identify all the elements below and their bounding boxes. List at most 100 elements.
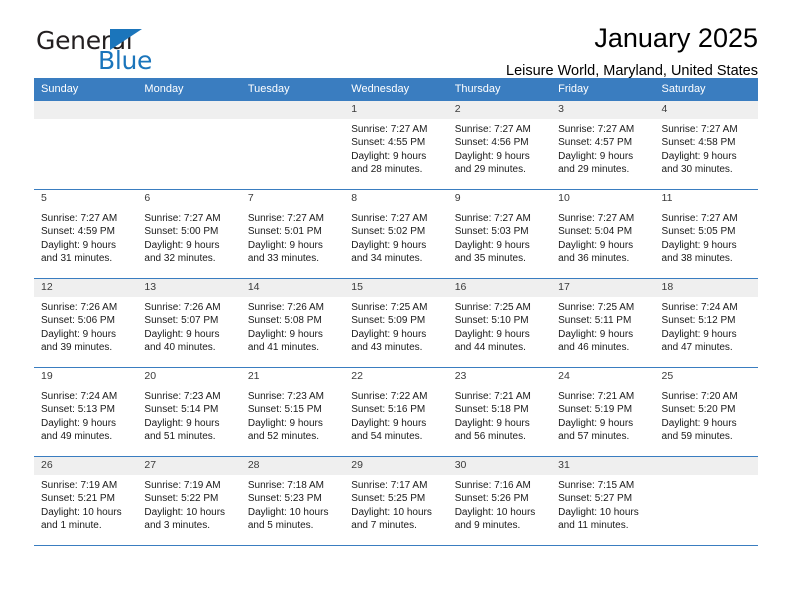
daylight-text-line1: Daylight: 9 hours <box>558 328 634 340</box>
calendar-week-row: 26 Sunrise: 7:19 AM Sunset: 5:21 PM Dayligh… <box>34 456 758 545</box>
calendar-day-cell[interactable]: 9 Sunrise: 7:27 AM Sunset: 5:03 PM Daylight… <box>447 189 552 278</box>
calendar-day-cell[interactable]: 20 Sunrise: 7:23 AM Sunset: 5:14 PM Dayligh… <box>137 367 241 456</box>
calendar-day-cell[interactable] <box>654 456 758 545</box>
calendar-day-cell[interactable] <box>137 100 241 189</box>
calendar-day-cell[interactable]: 19 Sunrise: 7:24 AM Sunset: 5:13 PM Dayligh… <box>34 367 138 456</box>
day-cell-inner: 7 Sunrise: 7:27 AM Sunset: 5:01 PM Daylight… <box>240 189 345 278</box>
day-number: 16 <box>447 279 552 297</box>
calendar-day-cell[interactable]: 25 Sunrise: 7:20 AM Sunset: 5:20 PM Dayligh… <box>654 367 758 456</box>
day-cell-inner <box>137 100 241 189</box>
day-details: Sunrise: 7:17 AM Sunset: 5:25 PM Daylight:… <box>344 475 447 532</box>
calendar-day-cell[interactable]: 22 Sunrise: 7:22 AM Sunset: 5:16 PM Dayligh… <box>344 367 448 456</box>
calendar-day-cell[interactable]: 26 Sunrise: 7:19 AM Sunset: 5:21 PM Dayligh… <box>34 456 138 545</box>
daylight-text-line2: and 41 minutes. <box>247 341 320 353</box>
daylight-text-line2: and 35 minutes. <box>454 252 526 264</box>
calendar-day-cell[interactable]: 6 Sunrise: 7:27 AM Sunset: 5:00 PM Daylight… <box>137 189 241 278</box>
day-cell-inner: 17 Sunrise: 7:25 AM Sunset: 5:11 PM Dayligh… <box>551 278 655 367</box>
day-number: 7 <box>240 190 345 208</box>
daylight-text-line2: and 33 minutes. <box>247 252 320 264</box>
day-details: Sunrise: 7:27 AM Sunset: 4:55 PM Daylight:… <box>344 119 447 176</box>
calendar-day-cell[interactable]: 18 Sunrise: 7:24 AM Sunset: 5:12 PM Dayligh… <box>654 278 758 367</box>
sunrise-text: Sunrise: 7:22 AM <box>351 391 428 402</box>
calendar-day-cell[interactable]: 12 Sunrise: 7:26 AM Sunset: 5:06 PM Dayligh… <box>34 278 138 367</box>
calendar-page: General Blue January 2025 Leisure World,… <box>0 0 792 612</box>
sunrise-text: Sunrise: 7:27 AM <box>454 124 531 135</box>
day-number: 5 <box>34 190 138 208</box>
sunrise-text: Sunrise: 7:27 AM <box>558 124 635 135</box>
day-details: Sunrise: 7:18 AM Sunset: 5:23 PM Daylight:… <box>241 475 344 532</box>
calendar-day-cell[interactable]: 1 Sunrise: 7:27 AM Sunset: 4:55 PM Daylight… <box>344 100 448 189</box>
sunrise-text: Sunrise: 7:27 AM <box>661 124 738 135</box>
calendar-day-cell[interactable]: 2 Sunrise: 7:27 AM Sunset: 4:56 PM Daylight… <box>447 100 552 189</box>
calendar-day-cell[interactable]: 15 Sunrise: 7:25 AM Sunset: 5:09 PM Dayligh… <box>344 278 448 367</box>
calendar-day-cell[interactable]: 31 Sunrise: 7:15 AM Sunset: 5:27 PM Dayligh… <box>551 456 655 545</box>
daylight-text-line2: and 57 minutes. <box>558 430 630 442</box>
calendar-day-cell[interactable]: 4 Sunrise: 7:27 AM Sunset: 4:58 PM Daylight… <box>654 100 758 189</box>
calendar-table: Sunday Monday Tuesday Wednesday Thursday… <box>34 78 758 545</box>
calendar-day-cell[interactable]: 8 Sunrise: 7:27 AM Sunset: 5:02 PM Daylight… <box>344 189 448 278</box>
calendar-day-cell[interactable]: 30 Sunrise: 7:16 AM Sunset: 5:26 PM Dayligh… <box>447 456 552 545</box>
weekday-header-sunday: Sunday <box>34 78 138 100</box>
daylight-text-line2: and 59 minutes. <box>661 430 733 442</box>
daylight-text-line2: and 36 minutes. <box>558 252 630 264</box>
calendar-day-cell[interactable]: 27 Sunrise: 7:19 AM Sunset: 5:22 PM Dayligh… <box>137 456 241 545</box>
calendar-day-cell[interactable]: 13 Sunrise: 7:26 AM Sunset: 5:07 PM Dayligh… <box>137 278 241 367</box>
daylight-text-line2: and 56 minutes. <box>454 430 526 442</box>
calendar-day-cell[interactable] <box>34 100 138 189</box>
calendar-day-cell[interactable]: 29 Sunrise: 7:17 AM Sunset: 5:25 PM Dayligh… <box>344 456 448 545</box>
day-details: Sunrise: 7:25 AM Sunset: 5:09 PM Daylight:… <box>344 297 447 354</box>
day-cell-inner: 10 Sunrise: 7:27 AM Sunset: 5:04 PM Dayligh… <box>551 189 655 278</box>
daylight-text-line2: and 43 minutes. <box>351 341 423 353</box>
day-cell-inner: 15 Sunrise: 7:25 AM Sunset: 5:09 PM Dayligh… <box>344 278 448 367</box>
daylight-text-line1: Daylight: 10 hours <box>454 506 536 518</box>
calendar-day-cell[interactable]: 16 Sunrise: 7:25 AM Sunset: 5:10 PM Dayligh… <box>447 278 552 367</box>
sunset-text: Sunset: 5:22 PM <box>144 493 219 505</box>
sunset-text: Sunset: 5:09 PM <box>351 315 426 327</box>
daylight-text-line1: Daylight: 10 hours <box>351 506 432 518</box>
weekday-header-thursday: Thursday <box>447 78 552 100</box>
day-number <box>240 101 345 119</box>
day-cell-inner: 25 Sunrise: 7:20 AM Sunset: 5:20 PM Dayligh… <box>654 367 758 456</box>
calendar-day-cell[interactable]: 14 Sunrise: 7:26 AM Sunset: 5:08 PM Dayligh… <box>240 278 345 367</box>
sunset-text: Sunset: 5:18 PM <box>454 404 529 416</box>
calendar-day-cell[interactable]: 23 Sunrise: 7:21 AM Sunset: 5:18 PM Dayligh… <box>447 367 552 456</box>
calendar-day-cell[interactable]: 24 Sunrise: 7:21 AM Sunset: 5:19 PM Dayligh… <box>551 367 655 456</box>
daylight-text-line1: Daylight: 9 hours <box>351 239 427 251</box>
day-number: 6 <box>137 190 241 208</box>
calendar-day-cell[interactable]: 11 Sunrise: 7:27 AM Sunset: 5:05 PM Dayligh… <box>654 189 758 278</box>
day-number: 21 <box>240 368 345 386</box>
sunset-text: Sunset: 4:59 PM <box>41 226 115 238</box>
calendar-day-cell[interactable]: 17 Sunrise: 7:25 AM Sunset: 5:11 PM Dayligh… <box>551 278 655 367</box>
daylight-text-line1: Daylight: 9 hours <box>247 328 323 340</box>
day-number: 17 <box>551 279 655 297</box>
calendar-day-cell[interactable]: 28 Sunrise: 7:18 AM Sunset: 5:23 PM Dayligh… <box>240 456 345 545</box>
general-blue-logo[interactable]: General Blue <box>36 26 216 75</box>
daylight-text-line2: and 34 minutes. <box>351 252 423 264</box>
sunrise-text: Sunrise: 7:25 AM <box>454 302 531 313</box>
day-cell-inner: 26 Sunrise: 7:19 AM Sunset: 5:21 PM Dayligh… <box>34 456 138 545</box>
day-cell-inner <box>654 456 758 545</box>
daylight-text-line1: Daylight: 9 hours <box>41 417 117 429</box>
sunset-text: Sunset: 5:21 PM <box>41 493 115 505</box>
day-details: Sunrise: 7:27 AM Sunset: 5:05 PM Daylight:… <box>655 208 758 265</box>
calendar-day-cell[interactable]: 5 Sunrise: 7:27 AM Sunset: 4:59 PM Daylight… <box>34 189 138 278</box>
sunset-text: Sunset: 5:02 PM <box>351 226 426 238</box>
calendar-day-cell[interactable] <box>240 100 345 189</box>
daylight-text-line1: Daylight: 9 hours <box>247 239 323 251</box>
calendar-day-cell[interactable]: 7 Sunrise: 7:27 AM Sunset: 5:01 PM Daylight… <box>240 189 345 278</box>
day-details: Sunrise: 7:21 AM Sunset: 5:18 PM Daylight:… <box>448 386 551 443</box>
sunrise-text: Sunrise: 7:23 AM <box>144 391 221 402</box>
sunset-text: Sunset: 5:07 PM <box>144 315 219 327</box>
day-details: Sunrise: 7:27 AM Sunset: 4:58 PM Daylight:… <box>655 119 758 176</box>
weekday-header-friday: Friday <box>551 78 655 100</box>
calendar-day-cell[interactable]: 3 Sunrise: 7:27 AM Sunset: 4:57 PM Daylight… <box>551 100 655 189</box>
daylight-text-line1: Daylight: 9 hours <box>454 150 530 162</box>
daylight-text-line1: Daylight: 9 hours <box>454 328 530 340</box>
daylight-text-line2: and 7 minutes. <box>351 519 417 531</box>
day-number: 22 <box>344 368 448 386</box>
calendar-day-cell[interactable]: 10 Sunrise: 7:27 AM Sunset: 5:04 PM Dayligh… <box>551 189 655 278</box>
day-number: 2 <box>447 101 552 119</box>
weekday-header-row: Sunday Monday Tuesday Wednesday Thursday… <box>34 78 758 100</box>
calendar-day-cell[interactable]: 21 Sunrise: 7:23 AM Sunset: 5:15 PM Dayligh… <box>240 367 345 456</box>
day-details: Sunrise: 7:27 AM Sunset: 5:04 PM Daylight:… <box>551 208 654 265</box>
